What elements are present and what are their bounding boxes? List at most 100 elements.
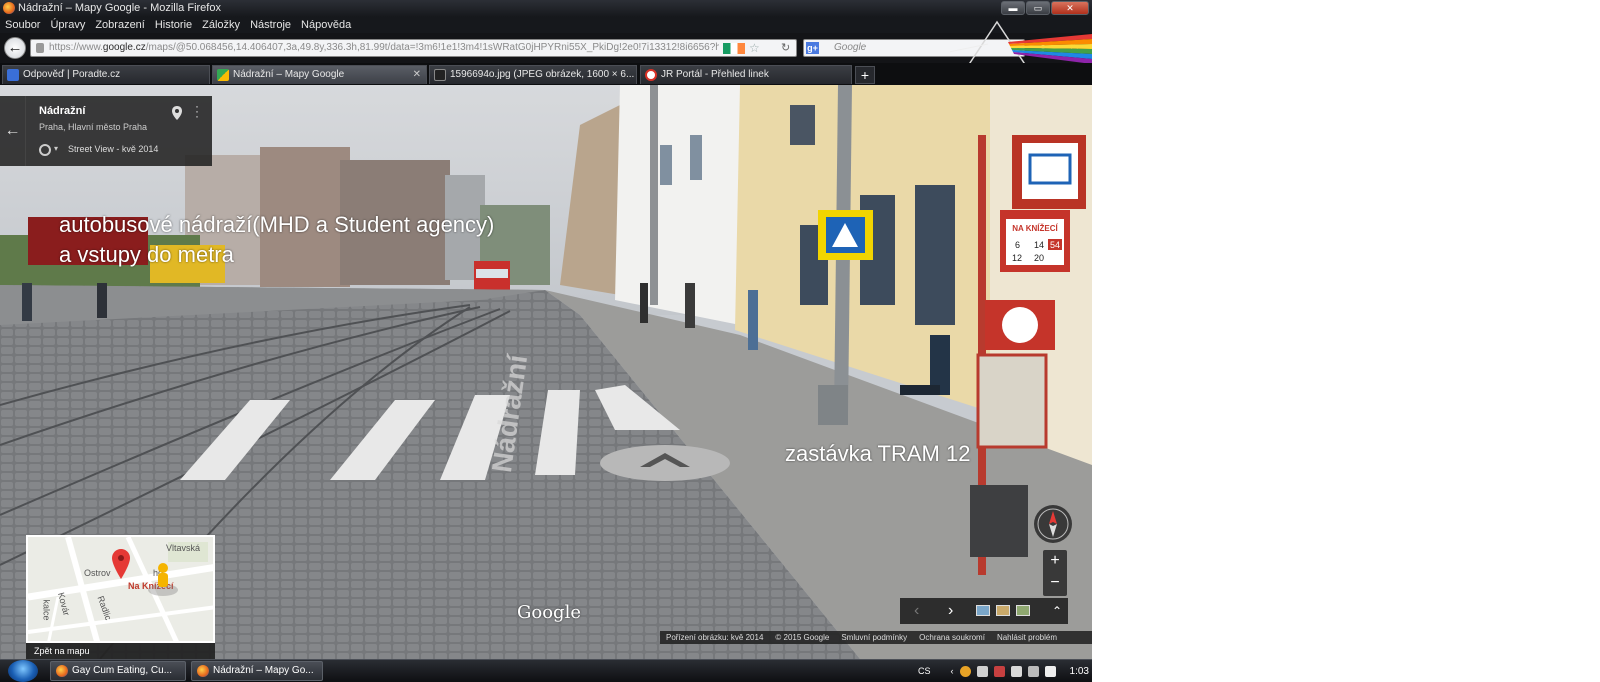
google-logo: Google (517, 602, 581, 623)
image-capture-date: Pořízení obrázku: kvě 2014 (666, 633, 764, 642)
tab-label: JR Portál - Přehled linek (661, 69, 769, 80)
chevron-down-icon[interactable]: ▾ (54, 144, 58, 153)
jr-portal-favicon-icon (645, 69, 657, 81)
menu-nastroje[interactable]: Nástroje (250, 17, 291, 33)
search-engine-icon[interactable]: g+ (806, 42, 819, 54)
tray-security-icon[interactable] (993, 665, 1005, 677)
language-indicator[interactable]: CS (918, 666, 931, 676)
firefox-icon (3, 2, 15, 14)
photo-thumbnail[interactable] (1016, 605, 1030, 616)
menu-zalozky[interactable]: Záložky (202, 17, 240, 33)
terms-link[interactable]: Smluvní podmínky (841, 631, 907, 644)
tram-stop-name: NA KNÍŽECÍ (1012, 224, 1058, 233)
taskbar-item-firefox-1[interactable]: Gay Cum Eating, Cu... (50, 661, 186, 681)
menu-soubor[interactable]: Soubor (5, 17, 40, 33)
tray-mail-icon[interactable] (976, 665, 988, 677)
search-icon[interactable]: ⌕ (1014, 40, 1020, 56)
close-window-button[interactable]: ✕ (1051, 1, 1089, 15)
desktop-screen: Nádražní – Mapy Google - Mozilla Firefox… (0, 0, 1092, 682)
window-title: Nádražní – Mapy Google - Mozilla Firefox (18, 2, 221, 14)
tram-line-6: 6 (1015, 240, 1020, 250)
network-icon[interactable] (1027, 665, 1039, 677)
maximize-button[interactable]: ▭ (1026, 1, 1050, 15)
photo-thumbnail[interactable] (976, 605, 990, 616)
tray-flag-icon[interactable] (1010, 665, 1022, 677)
copyright-notice: © 2015 Google (775, 633, 830, 642)
windows-taskbar: Gay Cum Eating, Cu... Nádražní – Mapy Go… (0, 659, 1092, 682)
taskbar-item-label: Gay Cum Eating, Cu... (72, 665, 173, 676)
filmstrip-next-button[interactable]: › (948, 598, 953, 624)
photo-thumbnail[interactable] (996, 605, 1010, 616)
street-view-panorama[interactable]: NA KNÍŽECÍ 6 14 54 12 20 ← Nádražní Prah… (0, 85, 1092, 659)
filmstrip-prev-button[interactable]: ‹ (914, 598, 919, 624)
window-title-bar: Nádražní – Mapy Google - Mozilla Firefox… (0, 0, 1092, 17)
more-options-icon[interactable]: · · · (194, 100, 200, 122)
annotation-bus-station: autobusové nádraží(MHD a Student agency) (59, 212, 495, 237)
reload-icon[interactable]: ↻ (781, 40, 790, 56)
menu-bar: Soubor Úpravy Zobrazení Historie Záložky… (0, 17, 1092, 33)
new-tab-button[interactable]: + (855, 66, 875, 84)
back-to-map-link[interactable]: Zpět na mapu (26, 643, 215, 659)
taskbar-clock[interactable]: 1:03 (1070, 666, 1089, 677)
expand-filmstrip-icon[interactable]: ⌃ (1052, 598, 1062, 624)
tab-mapy-google[interactable]: Nádražní – Mapy Google ✕ (212, 65, 427, 84)
tray-app-icon[interactable] (959, 665, 971, 677)
tram-line-14: 14 (1034, 240, 1044, 250)
url-bar[interactable]: https://www.google.cz/maps/@50.068456,14… (30, 39, 797, 57)
menu-historie[interactable]: Historie (155, 17, 192, 33)
url-text[interactable]: https://www.google.cz/maps/@50.068456,14… (49, 40, 719, 56)
taskbar-item-label: Nádražní – Mapy Go... (213, 665, 314, 676)
tab-label: 1596694o.jpg (JPEG obrázek, 1600 × 6... (450, 69, 635, 80)
search-bar[interactable]: g+ Google ⌕ (803, 39, 1025, 57)
clock-icon[interactable] (39, 144, 51, 156)
photo-filmstrip: ‹ › ⌃ (900, 598, 1068, 624)
window-controls: ▬ ▭ ✕ (1001, 1, 1089, 15)
google-maps-favicon-icon (217, 69, 229, 81)
ireland-flag-icon[interactable] (723, 43, 745, 54)
volume-icon[interactable] (1044, 665, 1056, 677)
image-file-icon (434, 69, 446, 81)
tab-jr-portal[interactable]: JR Portál - Přehled linek (640, 65, 852, 84)
menu-upravy[interactable]: Úpravy (50, 17, 85, 33)
tab-label: Nádražní – Mapy Google (233, 69, 345, 80)
zoom-in-button[interactable]: + (1043, 550, 1067, 572)
tab-jpeg-image[interactable]: 1596694o.jpg (JPEG obrázek, 1600 × 6... (429, 65, 637, 84)
map-label-vltavska: Vltavská (166, 543, 201, 553)
download-icon[interactable]: ⬇ (1038, 41, 1048, 55)
map-footer: Pořízení obrázku: kvě 2014 © 2015 Google… (660, 631, 1092, 644)
firefox-icon (197, 665, 209, 677)
minimize-button[interactable]: ▬ (1001, 1, 1025, 15)
menu-napoveda[interactable]: Nápověda (301, 17, 351, 33)
zoom-out-button[interactable]: − (1043, 572, 1067, 594)
start-button[interactable] (8, 660, 38, 682)
tram-line-20: 20 (1034, 253, 1044, 263)
back-button[interactable]: ← (4, 37, 26, 59)
privacy-link[interactable]: Ochrana soukromí (919, 631, 985, 644)
tab-label: Odpověď | Poradte.cz (23, 69, 121, 80)
home-icon[interactable]: ⌂ (1070, 39, 1078, 55)
poradte-favicon-icon (7, 69, 19, 81)
bookmark-star-icon[interactable]: ☆ (749, 40, 760, 56)
back-to-map-arrow[interactable]: ← (0, 96, 26, 166)
map-label-kalce: kalce (41, 599, 52, 621)
tab-poradte[interactable]: Odpověď | Poradte.cz (2, 65, 210, 84)
zoom-control: + − (1043, 550, 1067, 596)
tram-line-12: 12 (1012, 253, 1022, 263)
navigation-toolbar: ← https://www.google.cz/maps/@50.068456,… (0, 33, 1092, 63)
report-problem-link[interactable]: Nahlásit problém (997, 631, 1057, 644)
location-pin-icon[interactable] (172, 106, 182, 120)
place-title: Nádražní (39, 105, 86, 117)
system-tray: CS ‹ 1:03 (918, 660, 1089, 682)
menu-zobrazeni[interactable]: Zobrazení (95, 17, 145, 33)
close-tab-icon[interactable]: ✕ (413, 66, 421, 84)
pegman-icon[interactable] (148, 562, 178, 596)
show-hidden-icons-chevron-icon[interactable]: ‹ (951, 666, 954, 676)
taskbar-item-firefox-2[interactable]: Nádražní – Mapy Go... (191, 661, 323, 681)
street-view-info-card: ← Nádražní Praha, Hlavní město Praha ▾ S… (0, 96, 212, 166)
annotation-tram-stop: zastávka TRAM 12 (785, 441, 971, 466)
bus-line-54: 54 (1050, 240, 1060, 250)
minimap[interactable]: Vltavská Ostrov ho Na Knížecí kalce Ková… (26, 535, 215, 643)
compass-icon[interactable] (1034, 505, 1072, 543)
firefox-icon (56, 665, 68, 677)
capture-date-label[interactable]: Street View - kvě 2014 (68, 144, 158, 154)
